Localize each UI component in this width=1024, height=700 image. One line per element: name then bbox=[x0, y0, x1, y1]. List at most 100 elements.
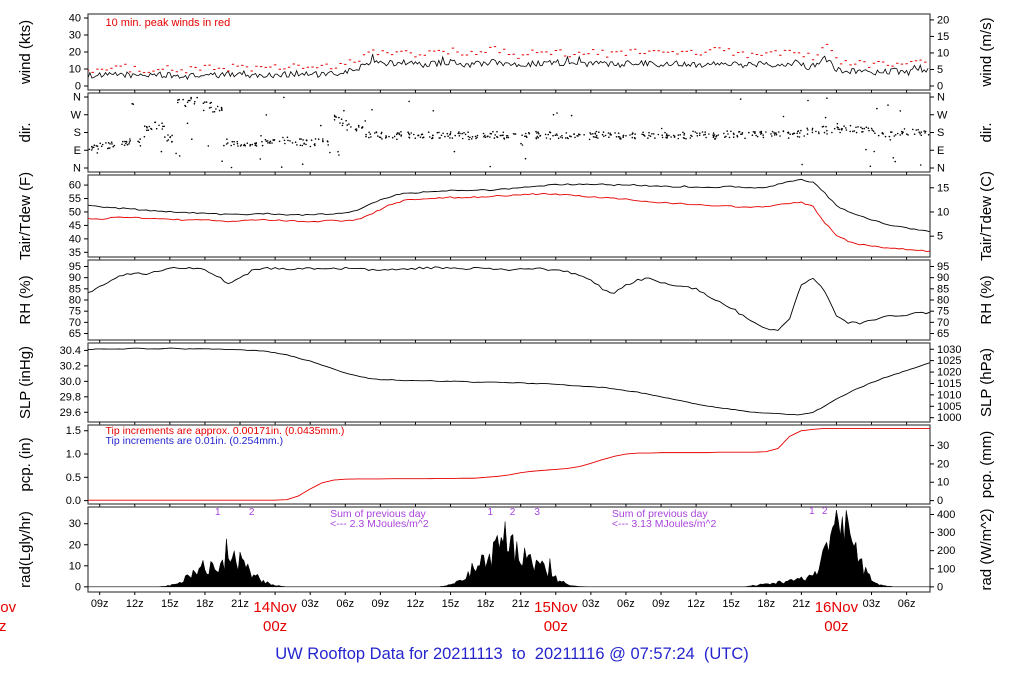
date-label-z: 00z bbox=[0, 618, 6, 635]
annotation-rad: 2 bbox=[249, 507, 255, 518]
axis-title-right-dir: dir. bbox=[978, 122, 995, 142]
series-tair bbox=[88, 178, 930, 233]
panel-slp: 29.6 29.8 30.0 30.2 30.4 10001005101010151020… bbox=[17, 342, 995, 425]
ytick-label: 1025 bbox=[937, 355, 961, 367]
panel-dir: NESWNNESWNdir. dir. bbox=[17, 92, 995, 175]
date-label: 14Nov bbox=[253, 599, 297, 616]
ytick-label: 40 bbox=[69, 13, 81, 25]
ytick-label: 50 bbox=[69, 206, 81, 218]
ytick-label: 300 bbox=[937, 527, 955, 539]
ytick-label: 80 bbox=[69, 295, 81, 307]
annotation-rad: 2 bbox=[510, 507, 516, 518]
annotation-rad: 1 bbox=[488, 507, 494, 518]
axis-title-left-slp: SLP (inHg) bbox=[17, 346, 34, 419]
ytick-label: 10 bbox=[69, 64, 81, 76]
series-wind-peak bbox=[88, 43, 927, 74]
ytick-label: 80 bbox=[937, 295, 949, 307]
annotation-rad: 1 bbox=[809, 506, 815, 517]
ytick-label: 0.0 bbox=[66, 495, 81, 507]
panel-rh: 6570758085909565707580859095RH (%) RH (%) bbox=[17, 259, 995, 343]
ytick-label: 90 bbox=[937, 272, 949, 284]
annotation-rad: 1 bbox=[215, 507, 221, 518]
panel-rad: 010203001002003004001 2 Sum of previous da… bbox=[17, 506, 995, 595]
ytick-label: E bbox=[937, 145, 944, 157]
ytick-label: 400 bbox=[937, 509, 955, 521]
chart-canvas: 0102030400510152010 min. peak winds in r… bbox=[0, 13, 995, 636]
x-axis-labels: 09z 12z 15z 18z 21z 03z 06z 09z 12z 15z 18z 21z 03z 0… bbox=[0, 598, 915, 635]
axis-title-right-tair: Tair/Tdew (C) bbox=[978, 171, 995, 261]
xtick-label: 03z bbox=[582, 598, 600, 610]
series-rh bbox=[88, 266, 930, 331]
xtick-label: 21z bbox=[793, 598, 811, 610]
ytick-label: 1005 bbox=[937, 401, 961, 413]
ytick-label: 1030 bbox=[937, 344, 961, 356]
ytick-label: 90 bbox=[69, 272, 81, 284]
annotation-rad: 2 bbox=[822, 506, 828, 517]
xtick-label: 15z bbox=[722, 598, 740, 610]
xtick-label: 03z bbox=[863, 598, 881, 610]
ytick-label: 85 bbox=[69, 283, 81, 295]
ytick-label: 10 bbox=[937, 47, 949, 59]
axis-title-right-slp: SLP (hPa) bbox=[978, 348, 995, 417]
series-tdew bbox=[88, 192, 930, 252]
ytick-label: 1000 bbox=[937, 412, 961, 424]
ytick-label: 0.5 bbox=[66, 472, 81, 484]
ytick-label: W bbox=[71, 109, 82, 121]
ytick-label: 40 bbox=[69, 233, 81, 245]
ytick-label: 15 bbox=[937, 182, 949, 194]
axis-title-right-pcp: pcp. (mm) bbox=[978, 431, 995, 499]
xtick-label: 21z bbox=[512, 598, 530, 610]
panel-pcp: 0.00.51.01.50102030Tip increments are ap… bbox=[17, 424, 995, 507]
chart-title: UW Rooftop Data for 20211113 to 20211116… bbox=[275, 645, 749, 663]
xtick-label: 18z bbox=[196, 598, 214, 610]
series-slp bbox=[88, 347, 930, 416]
panel-frame-rh bbox=[87, 259, 931, 341]
panel-frame-tair bbox=[87, 174, 931, 258]
ytick-label: 70 bbox=[69, 317, 81, 329]
xtick-label: 18z bbox=[477, 598, 495, 610]
annotation-rad: 3 bbox=[534, 507, 540, 518]
axis-title-left-wind: wind (kts) bbox=[17, 20, 34, 85]
axis-title-right-wind: wind (m/s) bbox=[978, 17, 995, 87]
date-label-z: 00z bbox=[824, 618, 848, 635]
ytick-label: 60 bbox=[69, 180, 81, 192]
axis-title-left-pcp: pcp. (in) bbox=[17, 437, 34, 491]
date-label: 15Nov bbox=[534, 599, 578, 616]
xtick-label: 06z bbox=[617, 598, 635, 610]
ytick-label: 20 bbox=[937, 14, 949, 26]
ytick-label: 200 bbox=[937, 545, 955, 557]
axis-title-left-rad: rad(Lgly/hr) bbox=[17, 511, 34, 588]
ytick-label: 1.5 bbox=[66, 425, 81, 437]
xtick-label: 18z bbox=[757, 598, 775, 610]
date-label-z: 00z bbox=[263, 618, 287, 635]
axis-title-left-dir: dir. bbox=[17, 122, 34, 142]
ytick-label: 65 bbox=[69, 328, 81, 340]
ytick-label: 30.0 bbox=[60, 376, 81, 388]
ytick-label: 10 bbox=[937, 477, 949, 489]
ytick-label: 75 bbox=[69, 306, 81, 318]
ytick-label: W bbox=[937, 109, 948, 121]
ytick-label: 10 bbox=[69, 560, 81, 572]
axis-title-left-rh: RH (%) bbox=[17, 275, 34, 324]
ytick-label: 5 bbox=[937, 231, 943, 243]
ytick-label: 29.8 bbox=[60, 391, 81, 403]
ytick-label: 0 bbox=[75, 581, 81, 593]
xtick-label: 09z bbox=[652, 598, 670, 610]
annotation-rad: <--- 3.13 MJoules/m^2 bbox=[612, 518, 717, 530]
axis-title-right-rh: RH (%) bbox=[978, 275, 995, 324]
ytick-label: 30.4 bbox=[60, 345, 81, 357]
series-wind-avg bbox=[88, 54, 929, 81]
xtick-label: 12z bbox=[687, 598, 705, 610]
ytick-label: 75 bbox=[937, 306, 949, 318]
xtick-label: 15z bbox=[161, 598, 179, 610]
date-label-z: 00z bbox=[544, 618, 568, 635]
ytick-label: 1.0 bbox=[66, 449, 81, 461]
ytick-label: N bbox=[937, 163, 945, 175]
series-wind-direction bbox=[88, 96, 930, 169]
ytick-label: 95 bbox=[937, 261, 949, 273]
ytick-label: 55 bbox=[69, 193, 81, 205]
ytick-label: N bbox=[73, 163, 81, 175]
ytick-label: 30.2 bbox=[60, 360, 81, 372]
date-label: 16Nov bbox=[815, 599, 859, 616]
ytick-label: 30 bbox=[69, 30, 81, 42]
